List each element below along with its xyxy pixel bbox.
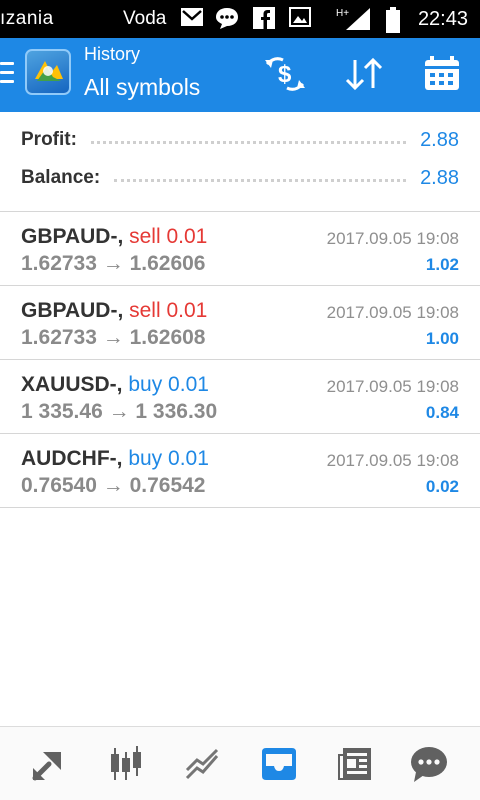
trade-profit: 0.84	[425, 403, 459, 422]
metatrader-logo[interactable]	[25, 49, 71, 95]
menu-icon[interactable]	[0, 62, 14, 88]
balance-label: Balance:	[21, 167, 101, 188]
trade-profit: 1.00	[425, 329, 459, 348]
signal-icon: H+	[336, 6, 372, 37]
carrier-name: ızania	[0, 8, 54, 29]
trade-date: 2017.09.05 19:08	[326, 303, 459, 322]
account-summary: Profit: 2.88 Balance: 2.88	[0, 112, 480, 212]
mail-icon	[180, 6, 204, 33]
trade-prices: 1.62733 → 1.62606	[21, 252, 206, 275]
balance-value: 2.88	[420, 166, 459, 189]
trade-profit: 0.02	[425, 477, 459, 496]
trade-symbol: XAUUSD-, buy 0.01	[21, 373, 209, 396]
image-icon	[289, 6, 311, 33]
trade-history-list: GBPAUD-, sell 0.01 1.62733 → 1.62606 201…	[0, 212, 480, 508]
trade-symbol: GBPAUD-, sell 0.01	[21, 299, 208, 322]
profit-label: Profit:	[21, 129, 77, 150]
trade-date: 2017.09.05 19:08	[326, 229, 459, 248]
calendar-icon[interactable]	[420, 54, 464, 94]
news-icon[interactable]	[330, 739, 380, 789]
facebook-icon	[252, 6, 276, 35]
list-item[interactable]: GBPAUD-, sell 0.01 1.62733 → 1.62608 201…	[0, 286, 480, 360]
carrier-name-2: Voda	[123, 8, 167, 29]
trade-action: buy 0.01	[128, 373, 209, 396]
trade-symbol: GBPAUD-, sell 0.01	[21, 225, 208, 248]
trade-prices: 0.76540 → 0.76542	[21, 474, 206, 497]
svg-text:$: $	[278, 61, 292, 88]
trade-prices: 1.62733 → 1.62608	[21, 326, 206, 349]
trade-symbol: AUDCHF-, buy 0.01	[21, 447, 209, 470]
symbol-filter[interactable]: All symbols	[84, 74, 200, 101]
trade-icon[interactable]	[178, 739, 228, 789]
quotes-icon[interactable]	[24, 739, 74, 789]
list-item[interactable]: AUDCHF-, buy 0.01 0.76540 → 0.76542 2017…	[0, 434, 480, 508]
trade-action: sell 0.01	[129, 299, 208, 322]
app-bar: History All symbols $	[0, 38, 480, 112]
history-icon[interactable]	[254, 739, 304, 789]
balance-row: Balance: 2.88	[21, 163, 459, 193]
trade-action: buy 0.01	[128, 447, 209, 470]
clock: 22:43	[417, 8, 468, 30]
profit-row: Profit: 2.88	[21, 125, 459, 155]
currency-exchange-icon[interactable]: $	[263, 54, 307, 94]
trade-date: 2017.09.05 19:08	[326, 451, 459, 470]
dotted-leader	[114, 178, 407, 182]
trade-prices: 1 335.46 → 1 336.30	[21, 400, 218, 423]
svg-text:H+: H+	[336, 8, 349, 19]
trade-action: sell 0.01	[129, 225, 208, 248]
chat-icon	[214, 6, 240, 35]
battery-icon	[384, 6, 402, 39]
bottom-navigation	[0, 726, 480, 800]
list-item[interactable]: GBPAUD-, sell 0.01 1.62733 → 1.62606 201…	[0, 212, 480, 286]
chat-icon[interactable]	[404, 739, 454, 789]
profit-value: 2.88	[420, 128, 459, 151]
dotted-leader	[90, 140, 407, 144]
trade-profit: 1.02	[425, 255, 459, 274]
trade-date: 2017.09.05 19:08	[326, 377, 459, 396]
status-bar: ızania Voda H+ 22:43	[0, 0, 480, 38]
chart-icon[interactable]	[101, 739, 151, 789]
page-title: History	[84, 44, 141, 64]
sort-icon[interactable]	[342, 54, 386, 94]
list-item[interactable]: XAUUSD-, buy 0.01 1 335.46 → 1 336.30 20…	[0, 360, 480, 434]
